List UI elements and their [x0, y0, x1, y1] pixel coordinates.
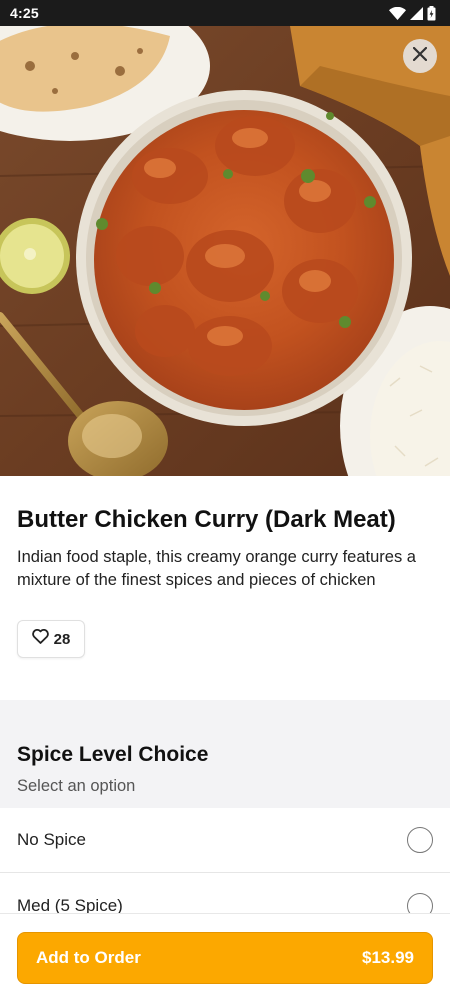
close-button[interactable] [403, 39, 437, 73]
order-price: $13.99 [362, 948, 414, 967]
add-to-order-button[interactable]: Add to Order $13.99 [17, 932, 433, 984]
wifi-icon [389, 6, 406, 20]
like-button[interactable]: 28 [17, 620, 85, 658]
option-group-title: Spice Level Choice [17, 743, 209, 766]
item-description: Indian food staple, this creamy orange c… [17, 548, 416, 589]
like-count: 28 [53, 630, 71, 648]
add-to-order-label: Add to Order [36, 948, 141, 967]
option-group-header: Spice Level Choice Select an option [0, 700, 450, 808]
heart-icon [31, 628, 49, 649]
status-bar: 4:25 [0, 0, 450, 26]
status-icons [389, 5, 436, 21]
option-group-subtitle: Select an option [17, 777, 136, 795]
option-row-no-spice[interactable]: No Spice [0, 808, 450, 873]
food-photo [0, 26, 450, 476]
radio-icon[interactable] [407, 827, 433, 853]
status-time: 4:25 [10, 5, 39, 21]
item-details: Butter Chicken Curry (Dark Meat) Indian … [0, 476, 450, 658]
signal-icon [410, 6, 423, 20]
item-title: Butter Chicken Curry (Dark Meat) [17, 506, 396, 533]
close-icon [412, 46, 428, 66]
option-label: No Spice [17, 830, 86, 849]
battery-icon [427, 5, 436, 21]
bottom-bar: Add to Order $13.99 [0, 913, 450, 1000]
